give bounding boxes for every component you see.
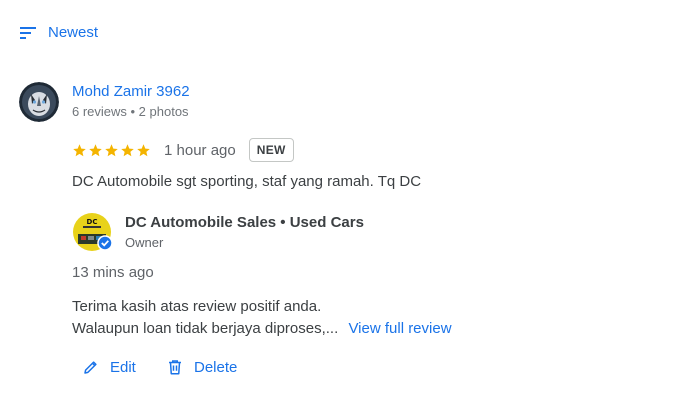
sort-icon	[20, 26, 36, 39]
reviewer-avatar[interactable]	[19, 82, 59, 122]
reviewer-meta: 6 reviews • 2 photos	[72, 104, 189, 119]
owner-role: Owner	[125, 235, 164, 250]
star-icon	[89, 143, 102, 156]
delete-button[interactable]: Delete	[166, 358, 237, 376]
owner-reply-text-line2: Walaupun loan tidak berjaya diproses,...…	[72, 320, 452, 337]
trash-icon	[169, 360, 181, 375]
star-icon	[105, 143, 118, 156]
star-icon	[121, 143, 134, 156]
pencil-icon	[84, 361, 97, 374]
delete-label: Delete	[194, 358, 238, 376]
rating-row: 1 hour ago NEW	[72, 138, 294, 162]
owner-reply-time: 13 mins ago	[72, 264, 154, 281]
sort-button[interactable]: Newest	[20, 24, 98, 41]
svg-text:DC: DC	[87, 218, 98, 226]
new-badge: NEW	[248, 138, 294, 162]
owner-reply-text-truncated: Walaupun loan tidak berjaya diproses,...	[72, 320, 339, 337]
review-time: 1 hour ago	[164, 141, 236, 159]
star-icon	[137, 143, 150, 156]
reviewer-name[interactable]: Mohd Zamir 3962	[72, 83, 190, 100]
edit-label: Edit	[110, 358, 136, 376]
view-full-review-link[interactable]: View full review	[348, 320, 451, 337]
owner-avatar: DC	[72, 212, 113, 252]
owner-name: DC Automobile Sales • Used Cars	[125, 214, 364, 231]
owner-reply-text-line1: Terima kasih atas review positif anda.	[72, 298, 322, 315]
star-icon	[73, 143, 86, 156]
star-rating	[72, 143, 151, 158]
edit-button[interactable]: Edit	[82, 358, 136, 376]
review-text: DC Automobile sgt sporting, staf yang ra…	[72, 173, 422, 190]
sort-label: Newest	[48, 24, 99, 41]
